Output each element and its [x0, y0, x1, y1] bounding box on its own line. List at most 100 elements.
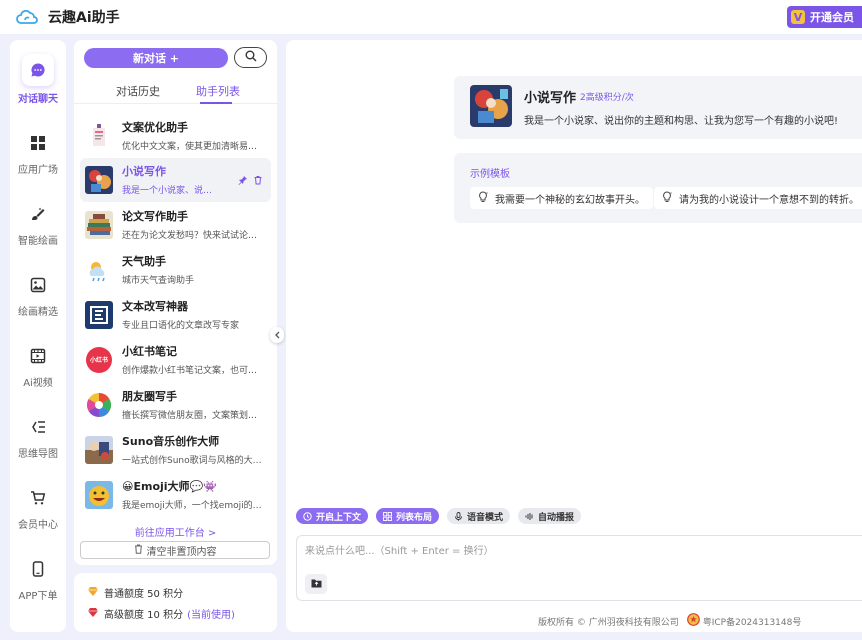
new-chat-button[interactable]: 新对话 +	[84, 48, 228, 68]
nav-item-mindmap[interactable]: 思维导图	[10, 415, 66, 460]
goto-workbench-link[interactable]: 前往应用工作台 >	[74, 524, 277, 539]
vip-label: 开通会员	[810, 11, 854, 24]
item-title: 文案优化助手	[122, 121, 188, 134]
paint-icon	[26, 202, 50, 226]
nav-item-app-square[interactable]: 应用广场	[10, 131, 66, 176]
folder-upload-icon	[311, 577, 322, 591]
list-item[interactable]: 朋友圈写手 擅长撰写微信朋友圈，文案策划，推...	[80, 383, 271, 427]
bulb-icon	[478, 190, 489, 206]
chat-toolbar: 开启上下文 列表布局 语音模式 自动播报	[296, 508, 582, 524]
novel-thumb-icon	[85, 166, 113, 194]
clock-icon	[303, 511, 312, 521]
red-gem-icon	[88, 607, 98, 620]
books-icon	[85, 211, 113, 239]
assistant-desc: 我是一个小说家、说出你的主题和构思、让我为您写一个有趣的小说吧!	[524, 116, 839, 127]
chat-input-box	[296, 535, 862, 601]
vip-badge-icon: V	[791, 10, 805, 24]
example-chip[interactable]: 我需要一个神秘的玄幻故事开头。	[470, 187, 653, 209]
nav-item-ai-paint[interactable]: 智能绘画	[10, 202, 66, 247]
example-text: 我需要一个神秘的玄幻故事开头。	[495, 194, 645, 206]
phone-icon	[26, 557, 50, 581]
item-title: 论文写作助手	[122, 210, 188, 223]
list-item[interactable]: 文本改写神器 专业且口语化的文章改写专家	[80, 293, 271, 337]
chat-icon	[22, 54, 54, 86]
nav-item-ai-video[interactable]: Ai视频	[10, 344, 66, 389]
chat-input[interactable]	[305, 542, 845, 562]
police-badge-icon	[686, 613, 700, 629]
example-text: 请为我的小说设计一个意想不到的转折。	[679, 194, 859, 206]
item-title: 小红书笔记	[122, 345, 177, 358]
example-chip[interactable]: 请为我的小说设计一个意想不到的转折。	[654, 187, 862, 209]
cart-icon	[26, 486, 50, 510]
nav-item-member-center[interactable]: 会员中心	[10, 486, 66, 531]
waveform-icon	[525, 512, 533, 520]
nav-label: 思维导图	[18, 449, 58, 460]
item-title: 朋友圈写手	[122, 390, 177, 403]
nav-label: 智能绘画	[18, 236, 58, 247]
item-desc: 一站式创作Suno歌词与风格的大师。...	[122, 456, 264, 466]
rewrite-icon	[85, 301, 113, 329]
nav-item-app-order[interactable]: APP下单	[10, 557, 66, 602]
nav-item-chat[interactable]: 对话聊天	[10, 54, 66, 105]
advanced-quota-text: 高级额度 10 积分	[104, 610, 184, 621]
nav-label: 会员中心	[18, 520, 58, 531]
auto-broadcast-button[interactable]: 自动播报	[518, 508, 582, 524]
collapse-panel-button[interactable]	[270, 327, 284, 343]
assistant-panel: 新对话 + 对话历史 助手列表 文案优化助手 优化中文文案，使其更加清晰易懂有.…	[74, 40, 277, 565]
examples-title: 示例模板	[470, 169, 510, 180]
list-item[interactable]: 小红书 小红书笔记 创作爆款小红书笔记文案，也可以用...	[80, 338, 271, 382]
nav-label: APP下单	[18, 591, 58, 602]
toolbar-label: 自动播报	[538, 512, 575, 523]
search-button[interactable]	[234, 47, 267, 68]
toolbar-label: 列表布局	[396, 512, 433, 523]
list-layout-button[interactable]: 列表布局	[376, 508, 440, 524]
pin-icon[interactable]	[238, 174, 248, 188]
normal-quota: 普通额度 50 积分	[88, 585, 183, 600]
tab-assistant-list[interactable]: 助手列表	[196, 83, 240, 99]
item-desc: 优化中文文案，使其更加清晰易懂有...	[122, 142, 264, 152]
tab-chat-history[interactable]: 对话历史	[116, 83, 160, 99]
weather-icon	[85, 256, 113, 284]
item-title: 小说写作	[122, 165, 166, 178]
item-desc: 我是一个小说家、说出...	[122, 186, 214, 196]
open-vip-button[interactable]: V 开通会员	[787, 6, 862, 28]
voice-mode-button[interactable]: 语音模式	[447, 508, 511, 524]
image-icon	[26, 273, 50, 297]
delete-icon[interactable]	[253, 174, 263, 188]
normal-quota-text: 普通额度 50 积分	[104, 589, 184, 600]
trash-icon	[134, 544, 143, 557]
item-desc: 还在为论文发愁吗？快来试试论文代...	[122, 231, 264, 241]
context-toggle-button[interactable]: 开启上下文	[296, 508, 369, 524]
nav-label: Ai视频	[23, 378, 53, 389]
upload-button[interactable]	[305, 574, 327, 594]
mindmap-icon	[26, 415, 50, 439]
list-item-active[interactable]: 小说写作 我是一个小说家、说出...	[80, 158, 271, 202]
novel-avatar-icon	[470, 85, 512, 127]
nav-item-paint-gallery[interactable]: 绘画精选	[10, 273, 66, 318]
icp-link[interactable]: 粤ICP备2024313148号	[703, 615, 802, 628]
list-item[interactable]: 天气助手 城市天气查询助手	[80, 248, 271, 292]
item-actions	[238, 174, 263, 188]
moments-icon	[85, 391, 113, 419]
cloud-logo-icon	[16, 10, 38, 24]
music-icon	[85, 436, 113, 464]
gold-gem-icon	[88, 586, 98, 599]
app-title: 云趣Ai助手	[48, 10, 120, 26]
top-bar: 云趣Ai助手 V 开通会员	[0, 0, 862, 34]
item-desc: 专业且口语化的文章改写专家	[122, 321, 240, 331]
item-title: 文本改写神器	[122, 300, 188, 313]
assistant-cost: 2高级积分/次	[580, 93, 634, 103]
item-title: 天气助手	[122, 255, 166, 268]
current-use-label: (当前使用)	[187, 610, 235, 621]
list-item[interactable]: 论文写作助手 还在为论文发愁吗？快来试试论文代...	[80, 203, 271, 247]
list-item[interactable]: Suno音乐创作大师 一站式创作Suno歌词与风格的大师。...	[80, 428, 271, 472]
chevron-left-icon	[274, 329, 280, 342]
left-nav: 对话聊天 应用广场 智能绘画 绘画精选 Ai视频 思维导图 会员中心 APP下单	[10, 40, 66, 632]
clear-unpinned-button[interactable]: 清空非置顶内容	[80, 541, 270, 559]
list-item[interactable]: 文案优化助手 优化中文文案，使其更加清晰易懂有...	[80, 114, 271, 158]
nav-label: 应用广场	[18, 165, 58, 176]
advanced-quota: 高级额度 10 积分 (当前使用)	[88, 606, 235, 621]
item-desc: 我是emoji大师，一个找emoji的神器...	[122, 501, 264, 511]
list-item[interactable]: 😀Emoji大师💬👾 我是emoji大师，一个找emoji的神器...	[80, 473, 271, 517]
xiaohongshu-badge: 小红书	[89, 357, 108, 364]
